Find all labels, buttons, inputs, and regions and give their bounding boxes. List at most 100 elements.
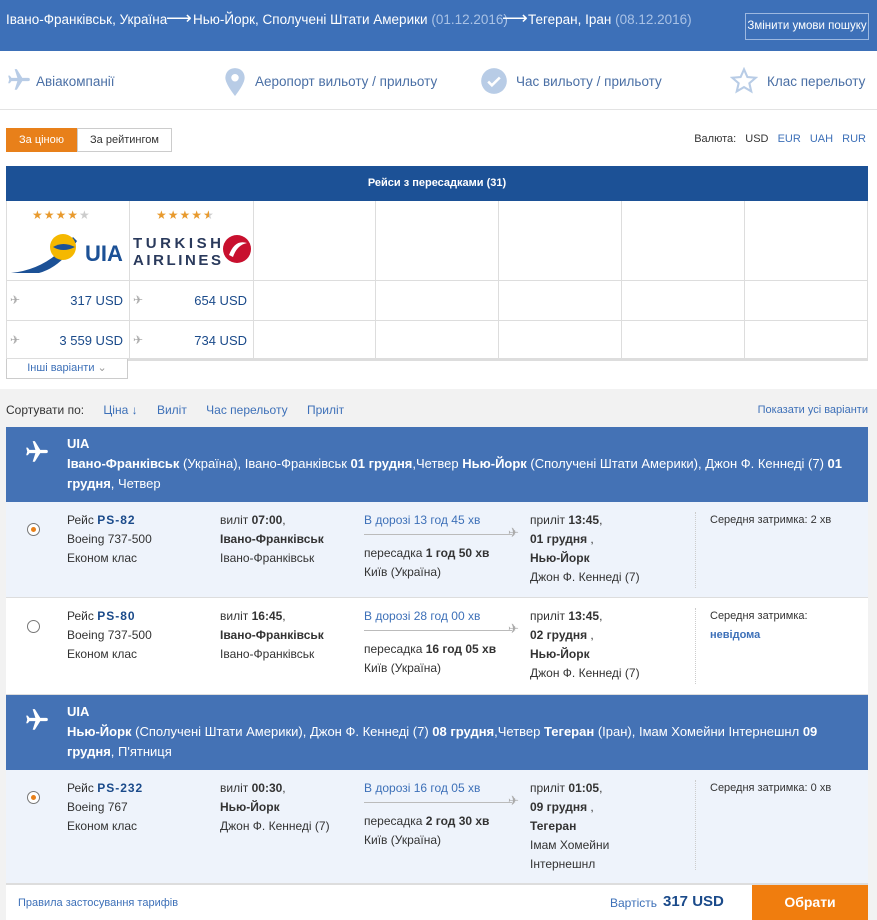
travel-duration: В дорозі 13 год 45 хв <box>364 513 481 527</box>
duration-info: В дорозі 28 год 00 хв <box>364 607 480 626</box>
matrix-empty-cell <box>499 321 622 361</box>
route-origin: Івано-Франківськ, Україна <box>6 12 168 27</box>
show-all-link[interactable]: Показати усі варіанти <box>758 404 868 416</box>
sort-by-arrival[interactable]: Приліт <box>307 403 344 417</box>
sort-by-price[interactable]: Ціна ↓ <box>103 403 137 417</box>
other-options-button[interactable]: Інші варіанти ⌄ <box>6 359 128 379</box>
airline-cell-turkish[interactable]: ★★★★★ TURKISH AIRLINES <box>130 201 254 281</box>
sort-by-duration[interactable]: Час перельоту <box>206 403 287 417</box>
sort-by-departure[interactable]: Виліт <box>157 403 187 417</box>
route-dest-2: Тегеран, Іран (08.12.2016) <box>528 12 692 27</box>
transfer-info: пересадка 2 год 30 хв Київ (Україна) <box>364 814 490 847</box>
duration-line <box>364 534 512 535</box>
tab-by-rating[interactable]: За рейтингом <box>77 128 172 152</box>
arrival-airport: Імам Хомейни <box>530 838 610 852</box>
plane-small-icon: ✈ <box>10 333 21 347</box>
currency-label: Валюта: <box>694 133 737 145</box>
matrix-empty-cell <box>254 321 376 361</box>
delay-value: 0 хв <box>810 782 832 794</box>
currency-eur[interactable]: EUR <box>778 133 801 145</box>
plane-small-icon: ✈ <box>508 621 519 636</box>
arrival-date: 09 грудня <box>530 800 588 814</box>
route-date-1: (01.12.2016) <box>431 12 508 27</box>
arrival-airport: Інтернешнл <box>530 857 596 871</box>
matrix-empty-cell <box>622 201 745 281</box>
svg-text:TURKISH: TURKISH <box>133 235 221 252</box>
duration-line <box>364 802 512 803</box>
segment-header: UIA Нью-Йорк (Сполучені Штати Америки), … <box>6 695 868 770</box>
segment-airline: UIA <box>67 704 90 719</box>
matrix-empty-cell <box>745 321 868 361</box>
plane-small-icon: ✈ <box>508 525 519 540</box>
delay-info: Середня затримка: 0 хв <box>710 782 832 794</box>
currency-usd[interactable]: USD <box>745 133 768 145</box>
matrix-empty-cell <box>254 281 376 321</box>
fare-rules-link[interactable]: Правила застосування тарифів <box>18 897 178 909</box>
total-price: 317 USD <box>663 893 724 910</box>
arrival-date: 02 грудня <box>530 628 588 642</box>
filter-time[interactable]: Час вильоту / прильоту <box>478 55 698 107</box>
cabin-class: Економ клас <box>67 551 138 565</box>
flight-radio[interactable] <box>27 523 40 536</box>
arrival-info: приліт 01:05, 09 грудня , Тегеран Імам Х… <box>530 781 610 871</box>
airline-cell-uia[interactable]: ★★★★★ UIA <box>6 201 130 281</box>
arrival-city: Тегеран <box>530 819 577 833</box>
arrival-airport: Джон Ф. Кеннеді (7) <box>530 666 640 680</box>
departure-time: 16:45 <box>251 609 283 623</box>
matrix-empty-cell <box>499 201 622 281</box>
check-circle-icon <box>481 68 507 94</box>
arrival-info: приліт 13:45, 02 грудня , Нью-Йорк Джон … <box>530 609 640 680</box>
matrix-empty-cell <box>745 201 868 281</box>
flight-number: PS-232 <box>97 781 144 795</box>
flight-option[interactable]: Рейс PS-82 Boeing 737-500 Економ клас ви… <box>6 502 868 598</box>
price-cell[interactable]: ✈ 654 USD <box>130 281 254 321</box>
star-icon <box>730 67 758 94</box>
matrix-empty-cell <box>376 201 499 281</box>
matrix-empty-cell <box>499 281 622 321</box>
transfer-time: 1 год 50 хв <box>425 546 490 560</box>
currency-selector: Валюта: USD EUR UAH RUR <box>694 133 866 145</box>
route-dest-1: Нью-Йорк, Сполучені Штати Америки (01.12… <box>193 12 508 27</box>
segment-header: UIA Івано-Франківськ (Україна), Івано-Фр… <box>6 427 868 502</box>
departure-info: виліт 07:00, Івано-Франківськ Івано-Фран… <box>220 513 324 565</box>
transfer-time: 16 год 05 хв <box>425 642 497 656</box>
flight-number: PS-80 <box>97 609 136 623</box>
travel-duration: В дорозі 28 год 00 хв <box>364 609 481 623</box>
price-cell[interactable]: ✈ 317 USD <box>6 281 130 321</box>
choose-button[interactable]: Обрати <box>752 885 868 920</box>
arrival-city: Нью-Йорк <box>530 551 590 565</box>
matrix-empty-cell <box>376 321 499 361</box>
price-cell[interactable]: ✈ 734 USD <box>130 321 254 361</box>
cabin-class: Економ клас <box>67 647 138 661</box>
filter-airport[interactable]: Аеропорт вильоту / прильоту <box>220 55 460 107</box>
transfer-time: 2 год 30 хв <box>425 814 490 828</box>
currency-uah[interactable]: UAH <box>810 133 833 145</box>
flight-radio[interactable] <box>27 620 40 633</box>
column-divider <box>695 608 696 684</box>
flight-radio[interactable] <box>27 791 40 804</box>
matrix-empty-cell <box>745 281 868 321</box>
departure-city: Івано-Франківськ <box>220 628 324 642</box>
currency-rur[interactable]: RUR <box>842 133 866 145</box>
airline-price-matrix: Рейси з пересадками (31) ★★★★★ UIA ★★★★★… <box>6 166 868 361</box>
flight-option[interactable]: Рейс PS-232 Boeing 767 Економ клас виліт… <box>6 770 868 884</box>
departure-info: виліт 16:45, Івано-Франківськ Івано-Фран… <box>220 609 324 661</box>
departure-info: виліт 00:30, Нью-Йорк Джон Ф. Кеннеді (7… <box>220 781 330 833</box>
route-bar: Івано-Франківськ, Україна ⟶ Нью-Йорк, Сп… <box>0 0 877 51</box>
arrival-city: Нью-Йорк <box>530 647 590 661</box>
transfer-info: пересадка 1 год 50 хв Київ (Україна) <box>364 546 490 579</box>
svg-text:AIRLINES: AIRLINES <box>133 252 221 269</box>
change-search-button[interactable]: Змінити умови пошуку <box>745 13 869 40</box>
column-divider <box>695 512 696 588</box>
transfer-city: Київ (Україна) <box>364 661 442 675</box>
price-cell[interactable]: ✈ 3 559 USD <box>6 321 130 361</box>
filter-airlines[interactable]: Авіакомпанії <box>0 55 200 107</box>
sort-tabs: За ціною За рейтингом <box>6 128 172 152</box>
price-value: 734 USD <box>194 333 247 348</box>
flight-option[interactable]: Рейс PS-80 Boeing 737-500 Економ клас ви… <box>6 598 868 695</box>
arrival-airport: Джон Ф. Кеннеді (7) <box>530 570 640 584</box>
segment-airline: UIA <box>67 436 90 451</box>
filter-class[interactable]: Клас перельоту <box>728 55 877 107</box>
delay-info: Середня затримка: 2 хв <box>710 514 832 526</box>
tab-by-price[interactable]: За ціною <box>6 128 78 152</box>
